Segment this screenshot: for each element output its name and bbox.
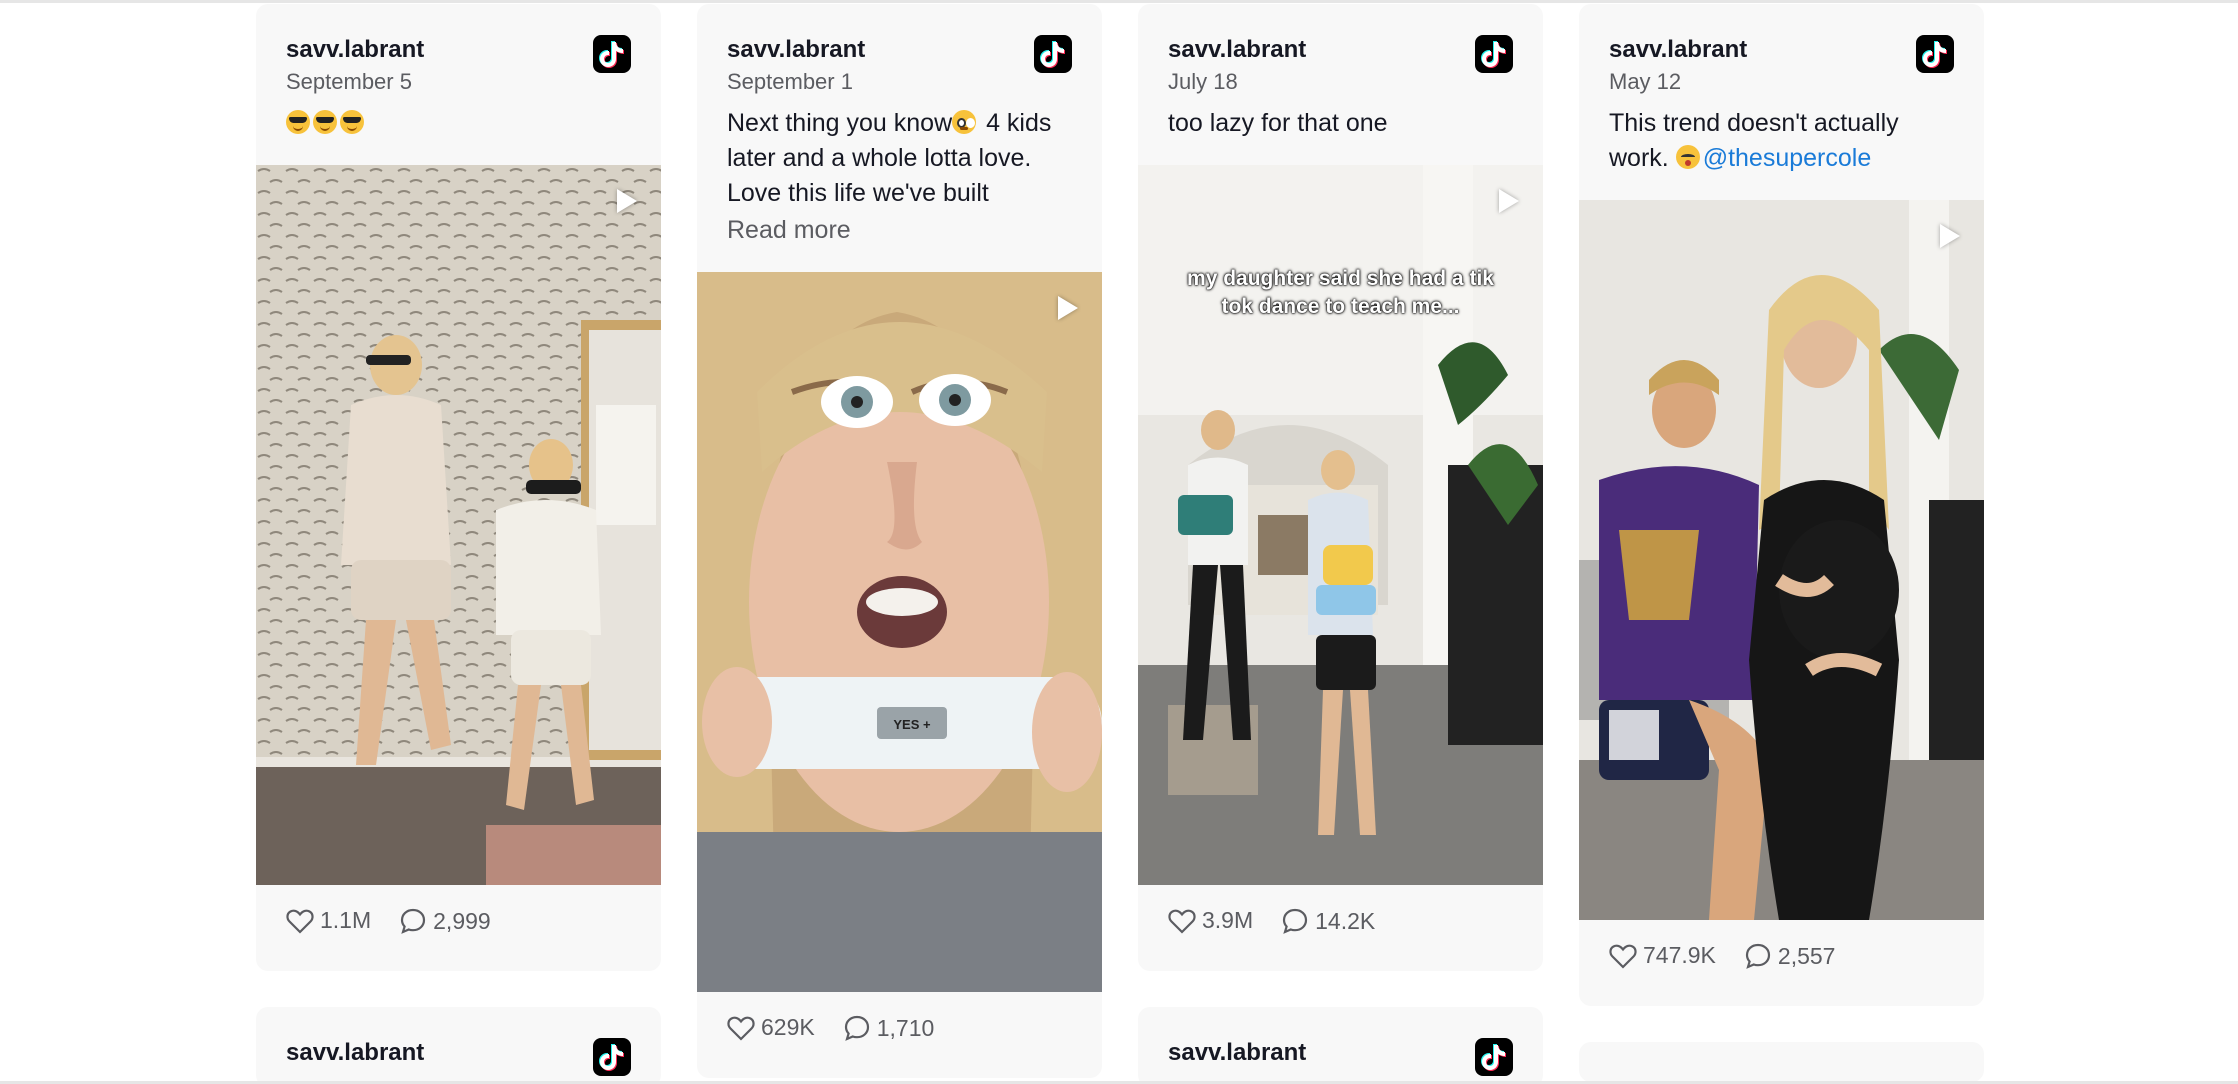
sunglasses-emoji-icon	[340, 110, 364, 134]
heart-icon	[1609, 944, 1637, 969]
feed-column-3: savv.labrant July 18 too lazy for that o…	[1138, 4, 1543, 1084]
comment-bubble-icon	[1745, 943, 1771, 969]
post-stats: 747.9K 2,557	[1579, 920, 1984, 1006]
post-username[interactable]: savv.labrant	[1609, 34, 1954, 66]
post-header: savv.labrant September 5	[256, 4, 661, 98]
feed-column-1: savv.labrant September 5 1.1M 2,999 savv…	[256, 4, 661, 1084]
like-count-text: 3.9M	[1202, 907, 1254, 933]
post-card[interactable]: savv.labrant September 1 Next thing you …	[697, 4, 1102, 1078]
post-username[interactable]: savv.labrant	[1168, 34, 1513, 66]
mention-link[interactable]: @thesupercole	[1703, 144, 1872, 172]
feed-column-2: savv.labrant September 1 Next thing you …	[697, 4, 1102, 1084]
play-icon	[1940, 224, 1960, 248]
sunglasses-emoji-icon	[313, 110, 337, 134]
like-count[interactable]: 1.1M	[286, 907, 371, 934]
post-card[interactable]: savv.labrant July 18 too lazy for that o…	[1138, 4, 1543, 971]
post-date: May 12	[1609, 69, 1682, 94]
tiktok-logo-icon[interactable]	[1475, 35, 1513, 73]
post-header: savv.labrant	[256, 1007, 661, 1084]
post-username[interactable]: savv.labrant	[727, 34, 1072, 66]
video-thumbnail[interactable]	[1579, 200, 1984, 920]
post-stats: 3.9M 14.2K	[1138, 885, 1543, 971]
play-icon	[617, 189, 637, 213]
like-count[interactable]: 629K	[727, 1014, 815, 1041]
comment-count-text: 2,557	[1777, 942, 1836, 969]
post-username[interactable]: savv.labrant	[286, 1037, 631, 1069]
like-count[interactable]: 3.9M	[1168, 907, 1253, 934]
comment-count[interactable]: 2,999	[399, 907, 491, 935]
like-count-text: 747.9K	[1643, 942, 1716, 968]
post-username[interactable]: savv.labrant	[1168, 1037, 1513, 1069]
comment-count[interactable]: 1,710	[843, 1014, 935, 1042]
video-thumbnail[interactable]: YES +	[697, 272, 1102, 992]
like-count-text: 1.1M	[320, 907, 372, 933]
video-thumbnail[interactable]	[256, 165, 661, 885]
post-date: September 1	[727, 69, 853, 94]
post-card[interactable]: savv.labrant September 5 1.1M 2,999	[256, 4, 661, 971]
tiktok-logo-icon[interactable]	[593, 1038, 631, 1076]
heart-icon	[727, 1016, 755, 1041]
play-icon	[1058, 296, 1078, 320]
comment-count[interactable]: 2,557	[1744, 942, 1836, 970]
post-caption: too lazy for that one	[1168, 109, 1388, 137]
heart-icon	[1168, 909, 1196, 934]
comment-bubble-icon	[1283, 908, 1308, 934]
heart-icon	[286, 909, 314, 934]
read-more-link[interactable]: Read more	[727, 213, 1072, 248]
frustrated-face-emoji-icon	[1675, 145, 1700, 169]
comment-bubble-icon	[844, 1015, 869, 1041]
comment-count-text: 1,710	[876, 1014, 935, 1041]
tiktok-logo-icon[interactable]	[1475, 1038, 1513, 1076]
post-username[interactable]: savv.labrant	[286, 34, 631, 66]
caption-text: Next thing you know	[727, 109, 953, 137]
post-card[interactable]: savv.labrant May 12 This trend doesn't a…	[1579, 4, 1984, 1006]
post-card[interactable]: savv.labrant	[256, 1007, 661, 1084]
like-count[interactable]: 747.9K	[1609, 942, 1716, 969]
post-caption	[256, 98, 661, 141]
post-date: September 5	[286, 69, 412, 94]
video-thumbnail[interactable]: my daughter said she had a tik tok dance…	[1138, 165, 1543, 885]
tiktok-logo-icon[interactable]	[1034, 35, 1072, 73]
sunglasses-emoji-icon	[286, 110, 310, 134]
video-overlay-text: my daughter said she had a tik tok dance…	[1187, 267, 1494, 318]
comment-count[interactable]: 14.2K	[1281, 907, 1375, 935]
post-header: savv.labrant July 18	[1138, 4, 1543, 98]
post-card-placeholder	[1579, 1042, 1984, 1082]
test-window-label: YES +	[893, 717, 931, 732]
comment-bubble-icon	[401, 908, 426, 934]
comment-count-text: 2,999	[433, 907, 491, 934]
tiktok-logo-icon[interactable]	[593, 35, 631, 73]
post-card[interactable]: savv.labrant	[1138, 1007, 1543, 1084]
tiktok-logo-icon[interactable]	[1916, 35, 1954, 73]
play-icon	[1499, 189, 1519, 213]
post-header: savv.labrant	[1138, 1007, 1543, 1084]
comment-count-text: 14.2K	[1315, 907, 1376, 934]
feed-column-4: savv.labrant May 12 This trend doesn't a…	[1579, 4, 1984, 1082]
post-header: savv.labrant September 1	[697, 4, 1102, 98]
top-divider	[0, 0, 2238, 3]
post-caption: This trend doesn't actually work. @thesu…	[1579, 98, 1984, 176]
post-stats: 629K 1,710	[697, 992, 1102, 1078]
post-caption: Next thing you know 4 kids later and a w…	[697, 98, 1102, 248]
post-date: July 18	[1168, 69, 1238, 94]
teary-face-emoji-icon	[952, 110, 977, 134]
post-header: savv.labrant May 12	[1579, 4, 1984, 98]
post-stats: 1.1M 2,999	[256, 885, 661, 971]
like-count-text: 629K	[761, 1014, 815, 1040]
